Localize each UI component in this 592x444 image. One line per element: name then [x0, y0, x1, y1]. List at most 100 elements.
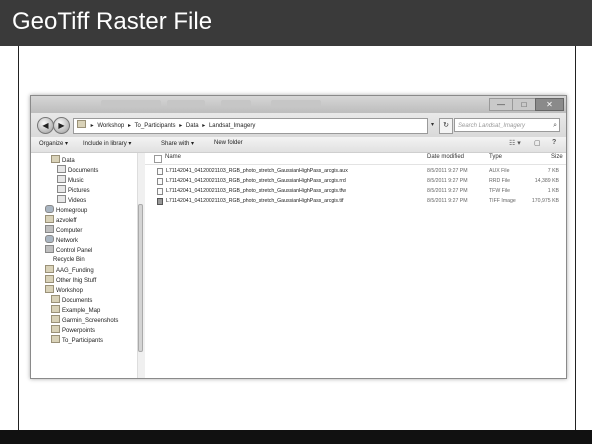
nav-item-pictures[interactable]: Pictures	[57, 185, 90, 195]
close-button[interactable]: ✕	[535, 98, 564, 111]
file-date: 8/5/2011 9:27 PM	[427, 178, 468, 184]
nav-item-other-ihig-stuff[interactable]: Other Ihig Stuff	[45, 275, 96, 285]
music-icon	[57, 175, 66, 183]
nav-item-garmin-screenshots[interactable]: Garmin_Screenshots	[51, 315, 118, 325]
slide-title-bar: GeoTiff Raster File	[0, 0, 592, 46]
preview-pane-icon[interactable]: ▢	[534, 139, 541, 147]
blurred-title-segment	[271, 100, 321, 107]
network-icon	[45, 235, 54, 243]
pictures-icon	[57, 185, 66, 193]
slide-title: GeoTiff Raster File	[12, 8, 213, 35]
command-toolbar: Organize ▾ Include in library ▾ Share wi…	[31, 137, 566, 153]
file-row[interactable]: L71142041_04120021103_RGB_photo_stretch_…	[145, 177, 566, 186]
minimize-button[interactable]: —	[489, 98, 513, 111]
help-icon[interactable]: ?	[552, 139, 556, 146]
address-history-dropdown[interactable]: ▾	[428, 119, 437, 131]
column-header-size[interactable]: Size	[551, 154, 563, 160]
nav-item-computer[interactable]: Computer	[45, 225, 82, 235]
breadcrumb-item-landsat-imagery[interactable]: Landsat_Imagery	[209, 123, 255, 129]
search-input[interactable]: Search Landsat_Imagery ⌕	[454, 118, 560, 132]
column-header-name[interactable]: Name	[165, 154, 181, 160]
search-placeholder: Search Landsat_Imagery	[458, 123, 526, 129]
nav-item-to-participants[interactable]: To_Participants	[51, 335, 103, 345]
nav-item-homegroup[interactable]: Homegroup	[45, 205, 87, 215]
blurred-title-segment	[101, 100, 161, 107]
maximize-button[interactable]: □	[512, 98, 536, 111]
nav-item-data[interactable]: Data	[51, 155, 75, 165]
file-name: L71142041_04120021103_RGB_photo_stretch_…	[166, 188, 347, 194]
nav-item-music[interactable]: Music	[57, 175, 84, 185]
slide: GeoTiff Raster File — □ ✕ ◀ ▶ ▸ Workshop…	[0, 0, 592, 444]
address-row: ◀ ▶ ▸ Workshop ▸ To_Participants ▸ Data …	[31, 113, 566, 137]
file-date: 8/5/2011 9:27 PM	[427, 168, 468, 174]
file-name: L71142041_04120021103_RGB_photo_stretch_…	[166, 178, 346, 184]
nav-item-example-map[interactable]: Example_Map	[51, 305, 100, 315]
refresh-button[interactable]: ↻	[439, 118, 453, 134]
forward-button[interactable]: ▶	[53, 117, 70, 134]
videos-icon	[57, 195, 66, 203]
folder-icon	[51, 325, 60, 333]
file-date: 8/5/2011 9:27 PM	[427, 188, 468, 194]
homegroup-icon	[45, 205, 54, 213]
nav-item-videos[interactable]: Videos	[57, 195, 86, 205]
nav-item-documents[interactable]: Documents	[57, 165, 98, 175]
explorer-window: — □ ✕ ◀ ▶ ▸ Workshop ▸ To_Participants ▸…	[30, 95, 567, 379]
share-with-menu[interactable]: Share with ▾	[161, 140, 194, 147]
file-row[interactable]: L71142041_04120021103_RGB_photo_stretch_…	[145, 167, 566, 176]
breadcrumb-sep: ▸	[127, 123, 131, 129]
new-folder-button[interactable]: New folder	[214, 140, 243, 146]
folder-icon	[45, 275, 54, 283]
file-size: 170,975 KB	[531, 198, 559, 204]
documents-icon	[57, 165, 66, 173]
nav-item-powerpoints[interactable]: Powerpoints	[51, 325, 95, 335]
folder-icon	[77, 120, 86, 128]
window-titlebar[interactable]: — □ ✕	[31, 96, 566, 113]
file-icon	[157, 188, 163, 195]
folder-icon	[45, 265, 54, 273]
header-divider	[145, 164, 566, 165]
folder-icon	[51, 295, 60, 303]
control-panel-icon	[45, 245, 54, 253]
folder-icon	[51, 305, 60, 313]
blurred-title-segment	[221, 100, 251, 107]
breadcrumb-item-data[interactable]: Data	[186, 123, 199, 129]
file-row[interactable]: L71142041_04120021103_RGB_photo_stretch_…	[145, 197, 566, 206]
select-all-checkbox[interactable]	[154, 155, 162, 163]
folder-icon	[51, 315, 60, 323]
file-size: 14,389 KB	[534, 178, 559, 184]
folder-icon	[45, 285, 54, 293]
blurred-title-segment	[167, 100, 205, 107]
nav-item-aag-funding[interactable]: AAG_Funding	[45, 265, 94, 275]
include-in-library-menu[interactable]: Include in library ▾	[83, 140, 131, 147]
file-size: 1 KB	[547, 188, 559, 194]
column-header-type[interactable]: Type	[489, 154, 502, 160]
file-size: 7 KB	[547, 168, 559, 174]
file-row[interactable]: L71142041_04120021103_RGB_photo_stretch_…	[145, 187, 566, 196]
file-icon	[157, 168, 163, 175]
nav-item-workshop[interactable]: Workshop	[45, 285, 83, 295]
file-list-pane: Name Date modified Type Size L71142041_0…	[145, 153, 566, 378]
nav-item-control-panel[interactable]: Control Panel	[45, 245, 92, 255]
nav-pane-scroll-thumb[interactable]	[138, 204, 143, 352]
column-header-date-modified[interactable]: Date modified	[427, 154, 464, 160]
breadcrumb-item-workshop[interactable]: Workshop	[97, 123, 124, 129]
slide-bottom-bar	[0, 430, 592, 444]
address-bar[interactable]: ▸ Workshop ▸ To_Participants ▸ Data ▸ La…	[73, 118, 428, 134]
back-button[interactable]: ◀	[37, 117, 54, 134]
navigation-pane: Data Documents Music Pictures Videos Hom…	[31, 153, 145, 378]
views-icon[interactable]: ☷ ▾	[509, 139, 521, 147]
nav-item-azvoleff[interactable]: azvoleff	[45, 215, 77, 225]
nav-item-network[interactable]: Network	[45, 235, 78, 245]
tiff-image-icon	[157, 198, 163, 205]
breadcrumb-sep: ▸	[202, 123, 206, 129]
file-icon	[157, 178, 163, 185]
nav-item-workshop-documents[interactable]: Documents	[51, 295, 92, 305]
computer-icon	[45, 225, 54, 233]
file-name: L71142041_04120021103_RGB_photo_stretch_…	[166, 168, 348, 174]
folder-icon	[51, 335, 60, 343]
nav-item-recycle-bin[interactable]: Recycle Bin	[53, 255, 85, 265]
search-icon[interactable]: ⌕	[553, 119, 557, 131]
user-folder-icon	[45, 215, 54, 223]
breadcrumb-item-to-participants[interactable]: To_Participants	[135, 123, 176, 129]
organize-menu[interactable]: Organize ▾	[39, 140, 68, 147]
